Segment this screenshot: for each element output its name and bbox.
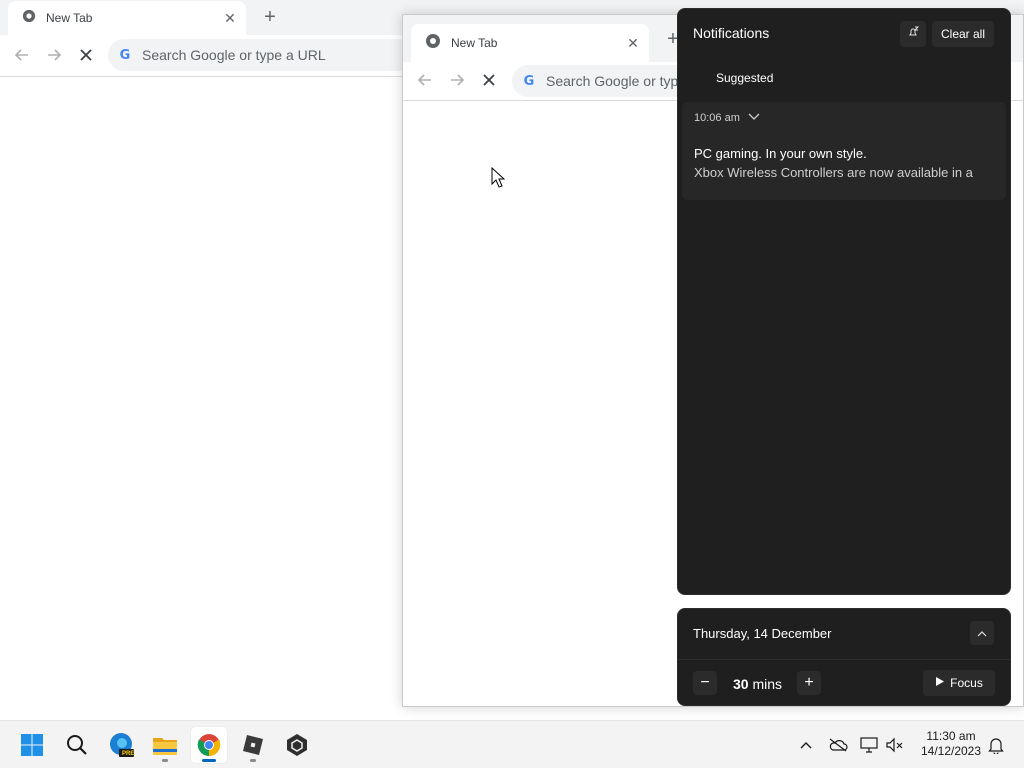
running-indicator <box>250 759 256 762</box>
edge-badge: PRE <box>122 751 135 757</box>
suggested-group-header: Suggested <box>716 71 774 85</box>
stop-loading-icon[interactable] <box>75 44 97 66</box>
address-bar-placeholder: Search Google or type a URL <box>142 47 326 63</box>
calendar-date: Thursday, 14 December <box>693 626 832 641</box>
system-clock[interactable]: 11:30 am 14/12/2023 <box>912 729 990 759</box>
forward-arrow-icon[interactable] <box>43 44 65 66</box>
back-window-tab[interactable]: New Tab ✕ <box>8 1 246 35</box>
notification-time-text: 10:06 am <box>694 112 740 124</box>
stop-loading-icon[interactable] <box>478 69 500 91</box>
clock-date: 14/12/2023 <box>920 744 982 758</box>
clear-all-button[interactable]: Clear all <box>932 21 994 47</box>
do-not-disturb-icon <box>906 25 920 44</box>
focus-duration: 30 mins <box>733 676 782 692</box>
clock-time: 11:30 am <box>926 729 976 743</box>
tab-title: New Tab <box>451 36 498 50</box>
onedrive-offline-icon[interactable] <box>826 733 850 757</box>
show-hidden-icons-icon[interactable] <box>794 733 818 757</box>
front-window-tab[interactable]: New Tab ✕ <box>411 24 649 62</box>
tab-title: New Tab <box>46 11 93 25</box>
collapse-calendar-button[interactable] <box>970 621 994 645</box>
back-window-toolbar: G Search Google or type a URL <box>0 35 438 77</box>
chrome-icon[interactable] <box>191 727 227 763</box>
notification-body: Xbox Wireless Controllers are now availa… <box>694 165 973 180</box>
network-icon[interactable] <box>857 733 881 757</box>
start-focus-button[interactable]: Focus <box>923 670 995 696</box>
close-tab-icon[interactable]: ✕ <box>222 10 238 27</box>
focus-minutes-unit: mins <box>752 676 783 692</box>
roblox-icon[interactable] <box>235 727 271 763</box>
focus-minutes-value: 30 <box>733 676 749 692</box>
notification-card[interactable]: 10:06 am PC gaming. In your own style. X… <box>682 102 1006 200</box>
notification-center: Notifications Clear all Suggested 10:06 … <box>677 8 1011 595</box>
back-arrow-icon[interactable] <box>414 69 436 91</box>
chevron-down-icon <box>748 112 760 124</box>
google-g-icon: G <box>119 47 131 63</box>
chrome-favicon-icon <box>22 9 36 28</box>
mouse-cursor-icon <box>491 166 506 193</box>
notifications-title: Notifications <box>693 25 770 41</box>
decrease-focus-time-button[interactable]: − <box>693 671 717 695</box>
forward-arrow-icon[interactable] <box>446 69 468 91</box>
volume-muted-icon[interactable] <box>883 733 907 757</box>
notification-time[interactable]: 10:06 am <box>694 112 760 124</box>
divider <box>678 659 1010 660</box>
address-bar[interactable]: G Search Google or type a URL <box>108 39 438 71</box>
play-icon <box>935 676 945 690</box>
chevron-up-icon <box>977 624 987 642</box>
increase-focus-time-button[interactable]: + <box>797 671 821 695</box>
do-not-disturb-button[interactable] <box>900 21 926 47</box>
google-g-icon: G <box>523 73 535 89</box>
edge-beta-icon[interactable]: PRE <box>103 727 139 763</box>
start-icon[interactable] <box>14 727 50 763</box>
file-explorer-icon[interactable] <box>147 727 183 763</box>
calendar-panel: Thursday, 14 December − 30 mins + Focus <box>677 608 1011 706</box>
back-arrow-icon[interactable] <box>11 44 33 66</box>
notification-bell-icon[interactable] <box>984 733 1008 757</box>
chrome-favicon-icon <box>425 33 441 54</box>
new-tab-button[interactable]: + <box>258 7 282 27</box>
active-indicator <box>202 759 216 762</box>
notification-title: PC gaming. In your own style. <box>694 146 867 161</box>
close-tab-icon[interactable]: ✕ <box>625 35 641 52</box>
unity-icon[interactable] <box>279 727 315 763</box>
taskbar: PRE 11:30 am 14/12/2023 <box>0 720 1024 768</box>
running-indicator <box>162 759 168 762</box>
search-icon[interactable] <box>59 727 95 763</box>
focus-button-label: Focus <box>950 676 983 690</box>
